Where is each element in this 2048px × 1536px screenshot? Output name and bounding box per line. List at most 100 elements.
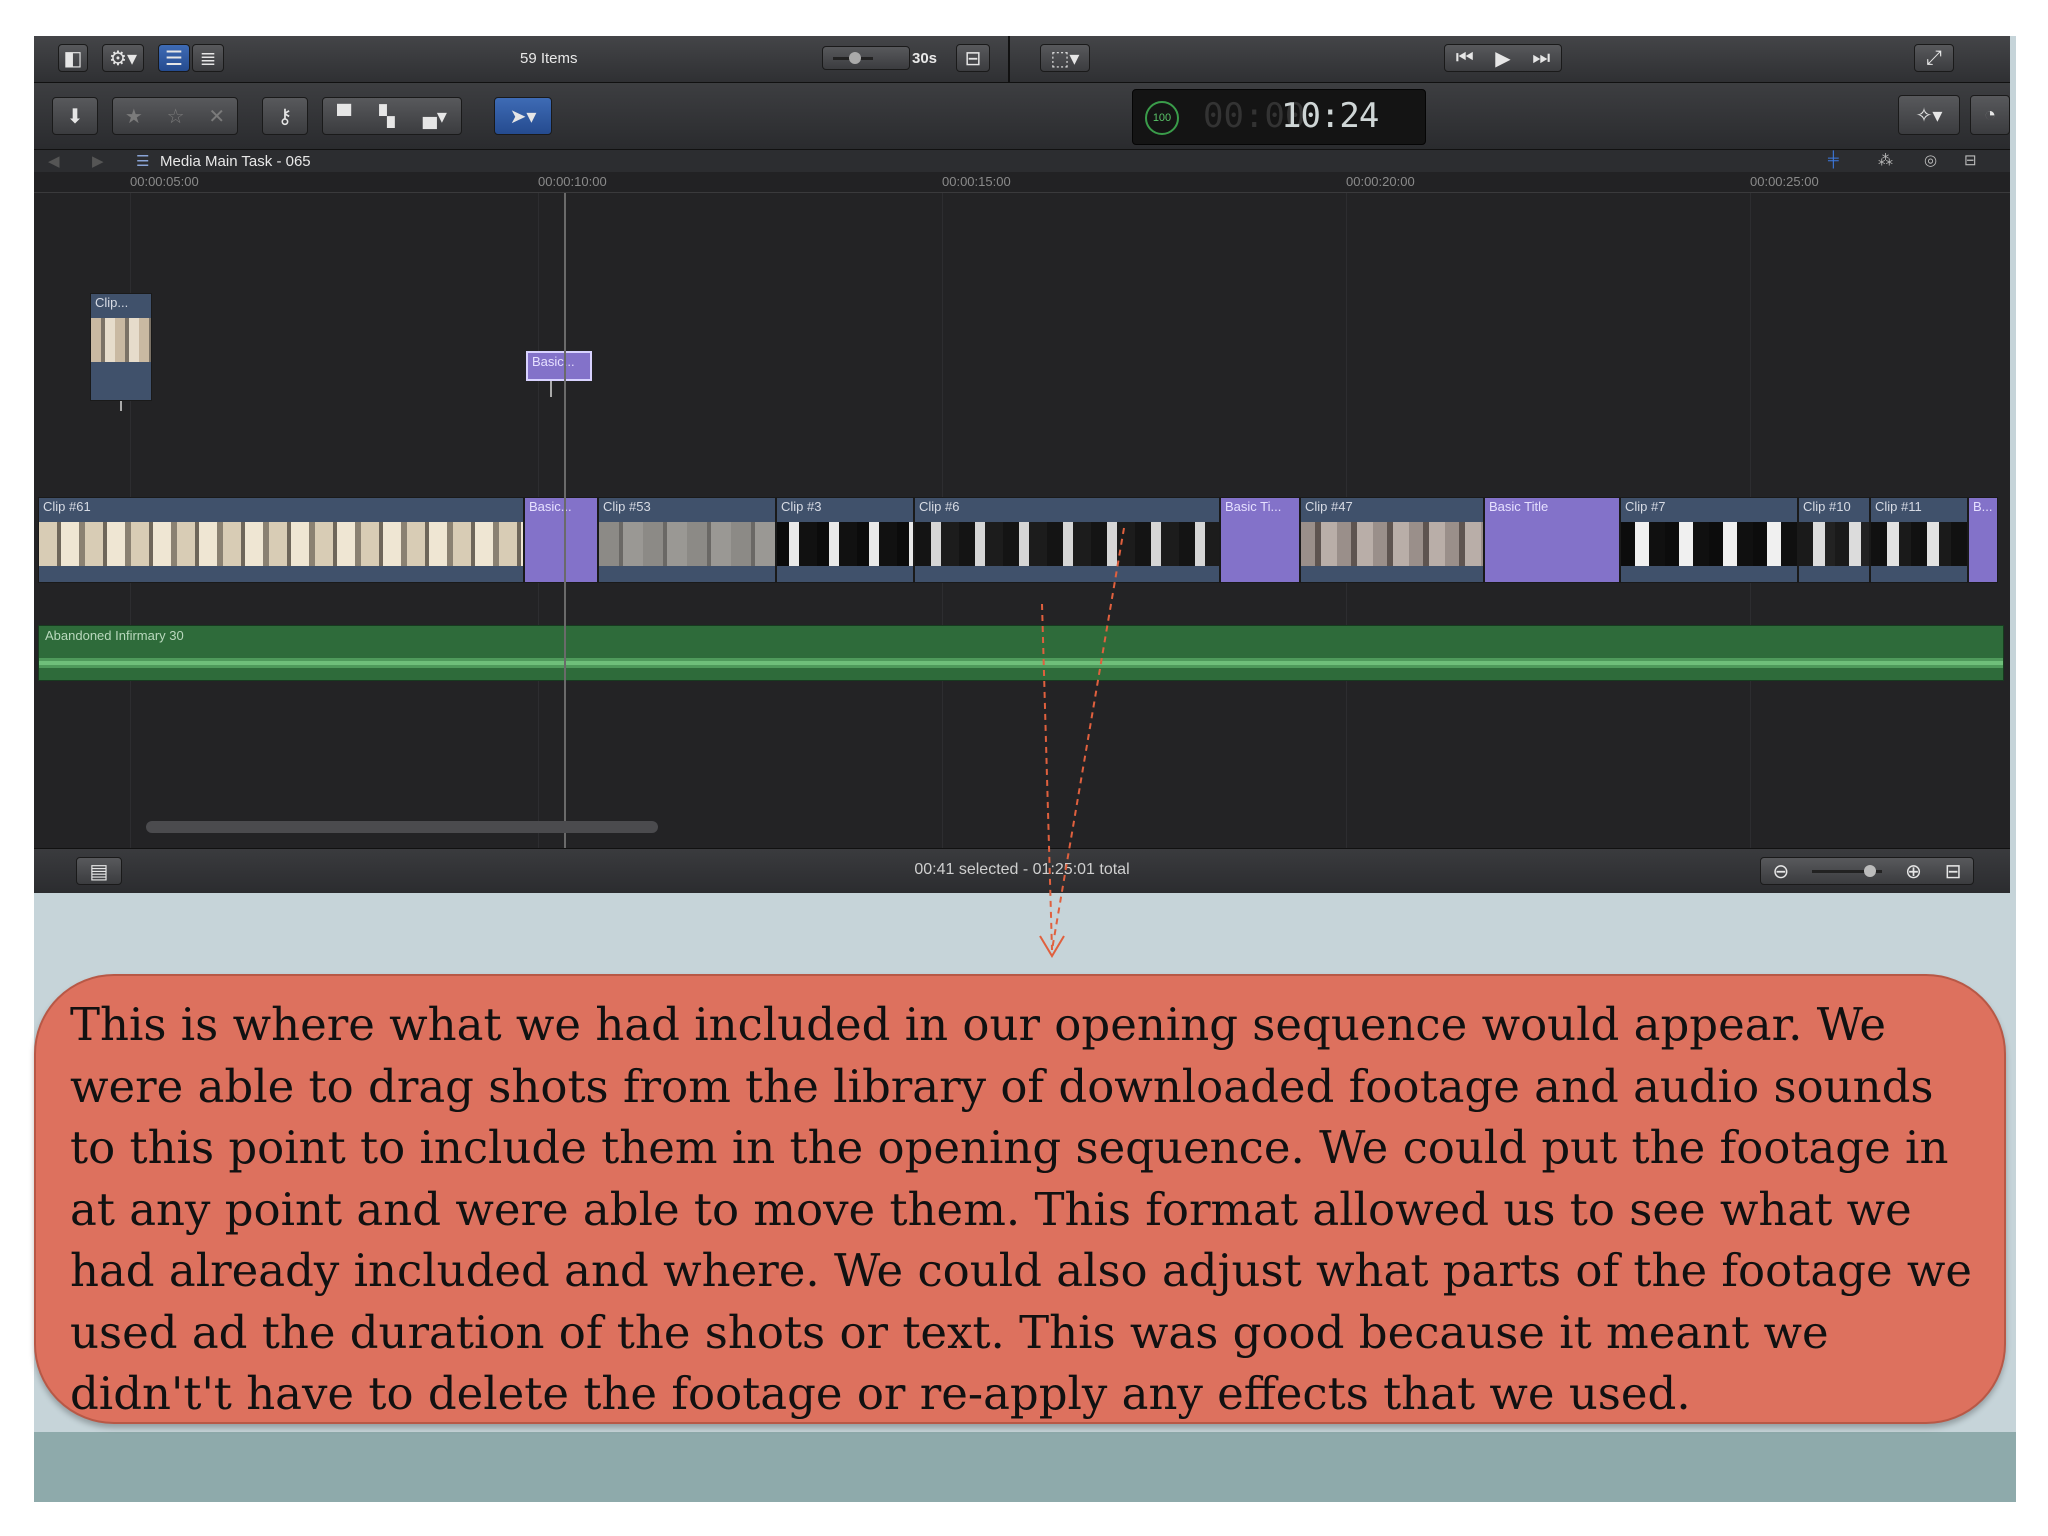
ruler-tick: 00:00:20:00	[1346, 174, 1415, 189]
unrate-star-icon[interactable]: ☆	[167, 104, 185, 129]
timeline-title-clip[interactable]: Basic...	[524, 497, 598, 583]
crop-menu-button[interactable]: ⬚▾	[1040, 44, 1090, 72]
clip-thumbnail	[777, 522, 913, 566]
filmstrip-view-button[interactable]: ☰	[158, 44, 190, 72]
clip-label: Basic...	[532, 354, 575, 369]
import-button[interactable]: ⬇	[52, 97, 98, 135]
clip-label: Clip #3	[781, 499, 822, 514]
timeline-area[interactable]: Clip... Basic... Clip #61 Basic... Clip …	[34, 193, 2010, 862]
skip-forward-icon[interactable]: ⏭	[1532, 47, 1550, 70]
timeline-clip[interactable]: Clip #11	[1870, 497, 1968, 583]
playhead[interactable]	[564, 193, 566, 862]
solo-icon[interactable]: ◎	[1924, 151, 1937, 169]
background-tasks-button[interactable]: ◔	[1970, 95, 2010, 135]
timeline-clip[interactable]: Clip #47	[1300, 497, 1484, 583]
zoom-out-icon[interactable]: ⊖	[1772, 859, 1789, 884]
percent-badge: 100	[1145, 101, 1179, 135]
expand-icon: ⤢	[1926, 46, 1942, 69]
select-tool-button[interactable]: ➤▾	[494, 97, 552, 135]
key-icon: ⚷	[277, 105, 293, 128]
clip-thumbnail	[39, 522, 523, 566]
clip-thumbnail	[1871, 522, 1967, 566]
audio-clip[interactable]: Abandoned Infirmary 30	[38, 625, 2004, 681]
horizontal-scrollbar[interactable]	[146, 821, 658, 833]
clip-thumbnail	[1621, 522, 1797, 566]
ruler-tick: 00:00:10:00	[538, 174, 607, 189]
action-menu-button[interactable]: ⚙▾	[102, 44, 144, 72]
timecode-display[interactable]: 100 00:00 10:24	[1132, 89, 1426, 145]
clip-label: Basic Ti...	[1225, 499, 1282, 514]
timeline-clip[interactable]: Clip #3	[776, 497, 914, 583]
clip-label: Clip #6	[919, 499, 960, 514]
clip-appearance-button[interactable]: ⊟	[956, 44, 990, 72]
connected-title-clip[interactable]: Basic...	[526, 351, 592, 381]
favorite-star-icon[interactable]: ★	[125, 104, 143, 129]
clip-duration: 30s	[912, 50, 938, 67]
skimming-icon[interactable]: ╪	[1828, 151, 1839, 168]
reject-icon[interactable]: ✕	[208, 104, 225, 129]
clip-label: Clip #47	[1305, 499, 1353, 514]
append-edit-icon[interactable]: ▄▾	[423, 104, 447, 129]
timeline-title-clip[interactable]: Basic Title	[1484, 497, 1620, 583]
zoom-in-icon[interactable]: ⊕	[1905, 859, 1922, 884]
back-icon[interactable]: ◀	[48, 152, 60, 170]
crop-icon: ⬚▾	[1050, 47, 1080, 70]
time-ruler[interactable]: 00:00:05:00 00:00:10:00 00:00:15:00 00:0…	[34, 172, 2010, 193]
timeline-title-clip[interactable]: Basic Ti...	[1220, 497, 1300, 583]
audio-clip-label: Abandoned Infirmary 30	[45, 628, 184, 643]
clip-thumbnail	[599, 522, 775, 566]
audio-waveform	[39, 658, 2003, 668]
zoom-controls: ⊖ ⊕ ⊟	[1760, 857, 1974, 885]
list-view-button[interactable]: ≣	[192, 44, 224, 72]
audio-skimming-icon[interactable]: ⁂	[1878, 151, 1893, 169]
edit-mode-buttons: ▀ ▚ ▄▾	[322, 97, 462, 135]
timeline-clip[interactable]: Clip #10	[1798, 497, 1870, 583]
clip-size-slider[interactable]	[822, 46, 910, 70]
effects-menu-button[interactable]: ✧▾	[1898, 95, 1960, 135]
clip-label: Clip #10	[1803, 499, 1851, 514]
ruler-tick: 00:00:05:00	[130, 174, 199, 189]
clip-thumbnail	[1799, 522, 1869, 566]
callout-text: This is where what we had included in ou…	[70, 998, 1973, 1420]
rating-buttons: ★ ☆ ✕	[112, 97, 238, 135]
timecode-value: 10:24	[1281, 96, 1379, 136]
clip-label: Clip #7	[1625, 499, 1666, 514]
clip-label: B...	[1973, 499, 1993, 514]
edit-toolbar: ⬇ ★ ☆ ✕ ⚷ ▀ ▚ ▄▾ ➤▾ 100 00:00 10:24 ✧▾ ◔	[34, 83, 2010, 150]
skip-back-icon[interactable]: ⏮	[1456, 47, 1474, 70]
top-toolbar: ◧ ⚙▾ ☰ ≣ 59 Items 30s ⊟ ⬚▾ ⏮ ▶ ⏭ ⤢	[34, 36, 2010, 83]
connection-line	[120, 401, 122, 411]
zoom-slider[interactable]	[1812, 864, 1883, 877]
filmstrip-icon: ☰	[165, 47, 183, 70]
connection-line	[550, 381, 552, 397]
library-toggle-button[interactable]: ◧	[58, 44, 88, 72]
timeline-clip[interactable]: Clip #53	[598, 497, 776, 583]
timeline-title-clip[interactable]: B...	[1968, 497, 1998, 583]
clip-label: Clip...	[95, 295, 129, 310]
progress-circle-icon: ◔	[1983, 103, 1997, 126]
ruler-tick: 00:00:15:00	[942, 174, 1011, 189]
project-name: Media Main Task - 065	[160, 153, 311, 170]
status-bar: ▤ 00:41 selected - 01:25:01 total ⊖ ⊕ ⊟	[34, 848, 2010, 893]
list-icon: ≣	[199, 47, 217, 70]
connected-clip[interactable]: Clip...	[90, 293, 152, 401]
connect-edit-icon[interactable]: ▀	[337, 105, 351, 128]
filmstrip-settings-icon: ⊟	[964, 47, 982, 70]
clip-label: Clip #53	[603, 499, 651, 514]
snapping-icon[interactable]: ⊟	[1964, 151, 1977, 169]
fullscreen-button[interactable]: ⤢	[1914, 44, 1954, 72]
timeline-clip[interactable]: Clip #7	[1620, 497, 1798, 583]
slide-footer-band	[34, 1432, 2016, 1502]
divider	[1008, 36, 1010, 82]
keyword-button[interactable]: ⚷	[262, 97, 308, 135]
timeline-clip[interactable]: Clip #61	[38, 497, 524, 583]
clip-appearance-icon[interactable]: ⊟	[1945, 859, 1962, 884]
clip-label: Clip #61	[43, 499, 91, 514]
fcp-timeline-window: ◧ ⚙▾ ☰ ≣ 59 Items 30s ⊟ ⬚▾ ⏮ ▶ ⏭ ⤢ ⬇ ★ ☆…	[34, 36, 2010, 893]
forward-icon[interactable]: ▶	[92, 152, 104, 170]
timeline-clip[interactable]: Clip #6	[914, 497, 1220, 583]
clip-label: Basic Title	[1489, 499, 1549, 514]
clip-thumbnail	[1301, 522, 1483, 566]
insert-edit-icon[interactable]: ▚	[379, 104, 394, 129]
play-icon[interactable]: ▶	[1495, 46, 1510, 71]
